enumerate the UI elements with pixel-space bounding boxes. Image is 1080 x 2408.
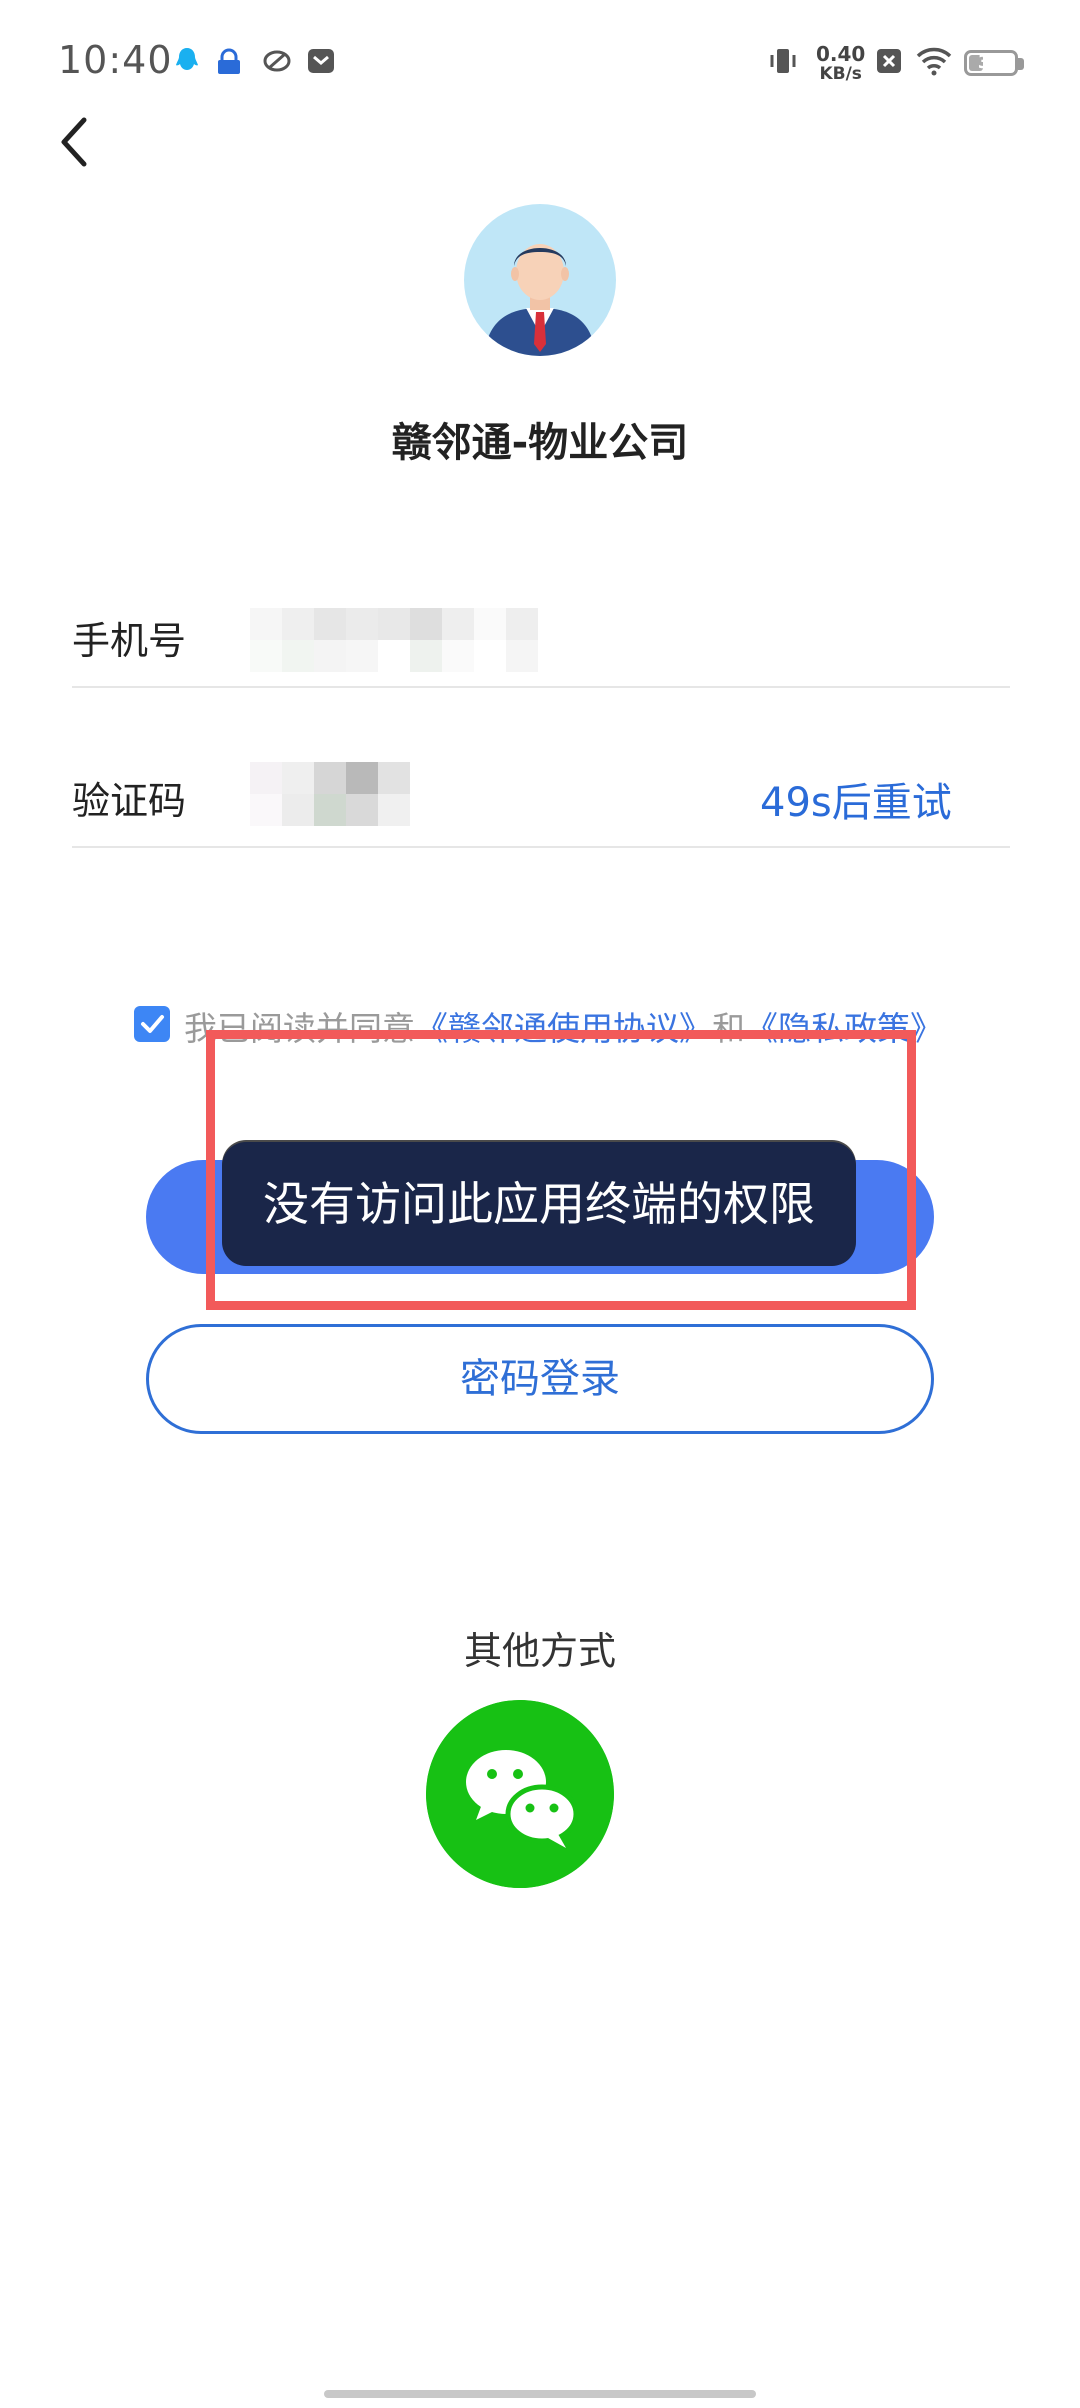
code-input[interactable]	[250, 762, 410, 826]
businessman-avatar-icon	[484, 244, 596, 356]
code-label: 验证码	[72, 779, 187, 823]
sim-x-icon	[877, 49, 901, 73]
phone-input[interactable]	[250, 608, 538, 672]
app-title: 赣邻通-物业公司	[391, 420, 689, 466]
net-speed: 0.40 KB/s	[816, 42, 866, 84]
password-login-button[interactable]: 密码登录	[146, 1324, 934, 1434]
status-time: 10:40	[58, 38, 173, 82]
battery-nub	[1018, 58, 1024, 70]
wifi-icon	[916, 47, 952, 76]
highlight-box	[206, 1030, 916, 1310]
agree-checkbox[interactable]	[134, 1006, 170, 1042]
battery-icon: 32	[964, 50, 1018, 76]
retry-countdown[interactable]: 49s后重试	[760, 770, 952, 828]
link-icon	[263, 50, 291, 72]
phone-label: 手机号	[72, 619, 187, 663]
vpn-icon	[218, 48, 240, 74]
other-methods-label: 其他方式	[463, 1629, 616, 1673]
wechat-icon[interactable]	[426, 1700, 614, 1888]
phone-divider	[72, 686, 1010, 688]
avatar	[464, 204, 616, 356]
battery-level: 32	[977, 51, 1005, 73]
code-divider	[72, 846, 1010, 848]
qq-icon	[176, 48, 198, 70]
mail-icon	[308, 49, 334, 73]
vibrate-icon	[770, 49, 796, 73]
home-indicator[interactable]	[324, 2390, 756, 2398]
back-button[interactable]	[50, 112, 100, 172]
